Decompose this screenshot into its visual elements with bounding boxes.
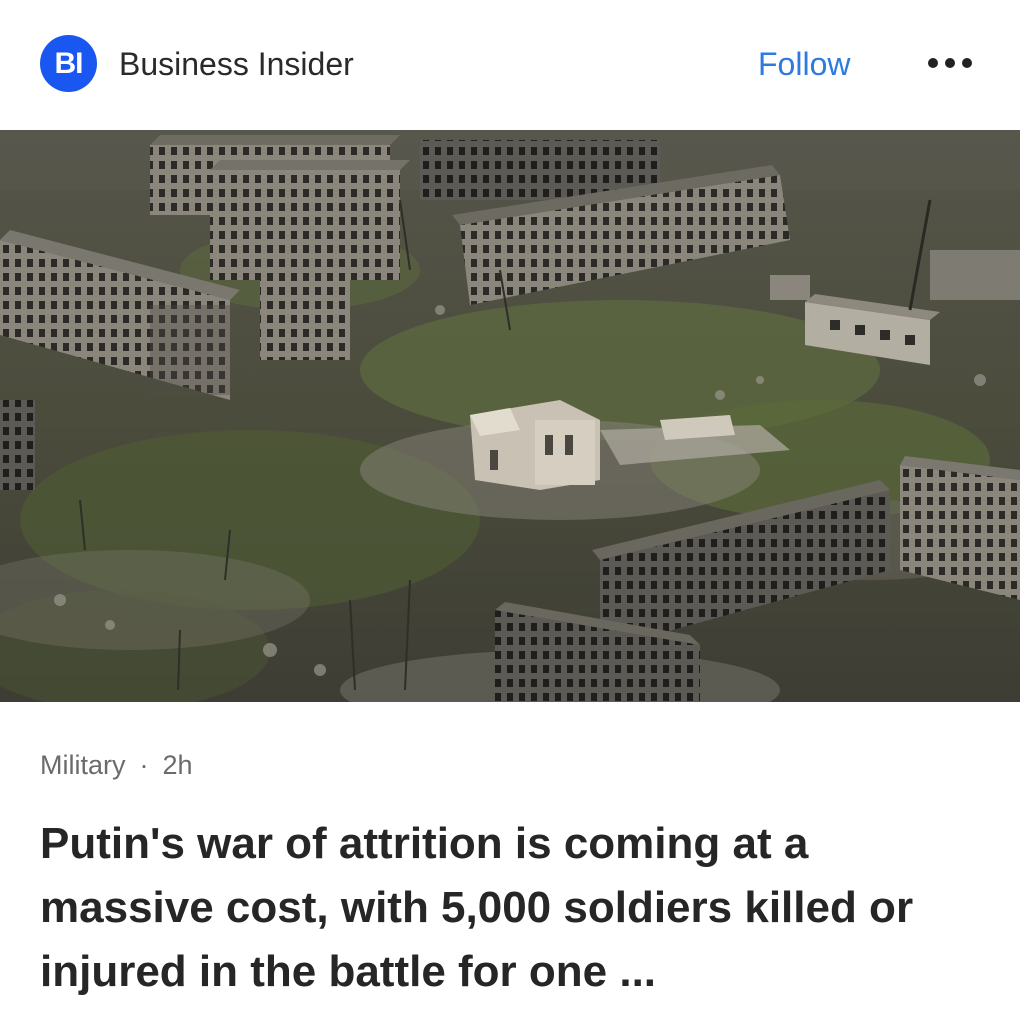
dot-1 — [928, 58, 938, 68]
article-timestamp: 2h — [162, 750, 193, 780]
follow-button[interactable]: Follow — [758, 44, 850, 84]
dot-3 — [962, 58, 972, 68]
more-options-icon[interactable] — [922, 52, 978, 76]
publisher-logo[interactable]: BI — [40, 35, 97, 92]
article-card-header: BI Business Insider Follow — [0, 0, 1020, 130]
hero-image-illustration — [0, 130, 1020, 702]
article-meta: Military · 2h — [40, 748, 193, 782]
meta-separator: · — [139, 750, 149, 780]
article-category[interactable]: Military — [40, 750, 126, 780]
article-headline[interactable]: Putin's war of attrition is coming at a … — [40, 812, 990, 1004]
article-hero-image[interactable] — [0, 130, 1020, 702]
dot-2 — [945, 58, 955, 68]
publisher-name[interactable]: Business Insider — [119, 44, 354, 84]
